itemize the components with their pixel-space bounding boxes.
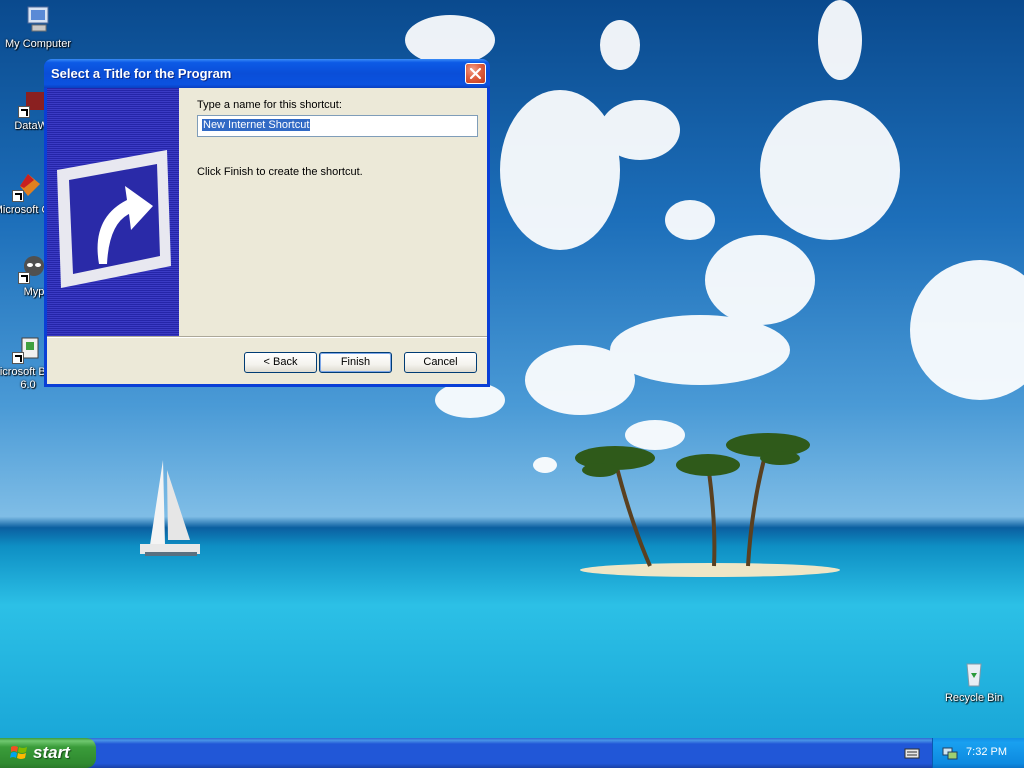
taskbar: start 7:32 PM xyxy=(0,738,1024,768)
shortcut-name-input[interactable]: New Internet Shortcut xyxy=(197,115,478,137)
clock[interactable]: 7:32 PM xyxy=(966,746,1007,758)
shortcut-arrow-icon xyxy=(18,272,30,284)
network-icon[interactable] xyxy=(942,745,958,761)
visual-basic-icon xyxy=(12,332,44,364)
desktop-icon-label: My Computer xyxy=(4,38,72,50)
selected-text: New Internet Shortcut xyxy=(202,119,311,131)
close-button[interactable] xyxy=(465,63,486,84)
back-button[interactable]: < Back xyxy=(244,352,317,373)
computer-icon xyxy=(22,4,54,36)
sailboat-image xyxy=(140,460,200,556)
visual-cpp-icon xyxy=(12,170,44,202)
desktop-icon-label: Recycle Bin xyxy=(944,692,1004,704)
divider xyxy=(47,336,487,338)
title-bar[interactable]: Select a Title for the Program xyxy=(44,59,490,88)
shortcut-arrow-icon xyxy=(12,352,24,364)
wizard-banner xyxy=(47,88,179,336)
finish-instructions: Click Finish to create the shortcut. xyxy=(197,166,363,178)
desktop-icon-my-computer[interactable]: My Computer xyxy=(0,4,76,51)
dialog-body: Type a name for this shortcut: New Inter… xyxy=(47,88,487,384)
system-tray: 7:32 PM xyxy=(932,738,1024,768)
start-button[interactable]: start xyxy=(0,738,96,768)
dialog-title: Select a Title for the Program xyxy=(51,66,232,81)
cancel-button[interactable]: Cancel xyxy=(404,352,477,373)
start-label: start xyxy=(33,743,70,762)
shortcut-arrow-icon xyxy=(57,150,171,288)
desktop-icon-recycle-bin[interactable]: Recycle Bin xyxy=(936,658,1012,705)
shortcut-wizard-dialog: Select a Title for the Program Type a na… xyxy=(44,59,490,387)
shortcut-name-label: Type a name for this shortcut: xyxy=(197,99,342,111)
finish-button[interactable]: Finish xyxy=(319,352,392,373)
close-icon xyxy=(469,67,482,80)
shortcut-arrow-icon xyxy=(18,106,30,118)
recycle-bin-icon xyxy=(958,658,990,690)
shortcut-arrow-icon xyxy=(12,190,24,202)
keyboard-icon[interactable] xyxy=(904,746,920,760)
windows-logo-icon xyxy=(10,746,27,759)
